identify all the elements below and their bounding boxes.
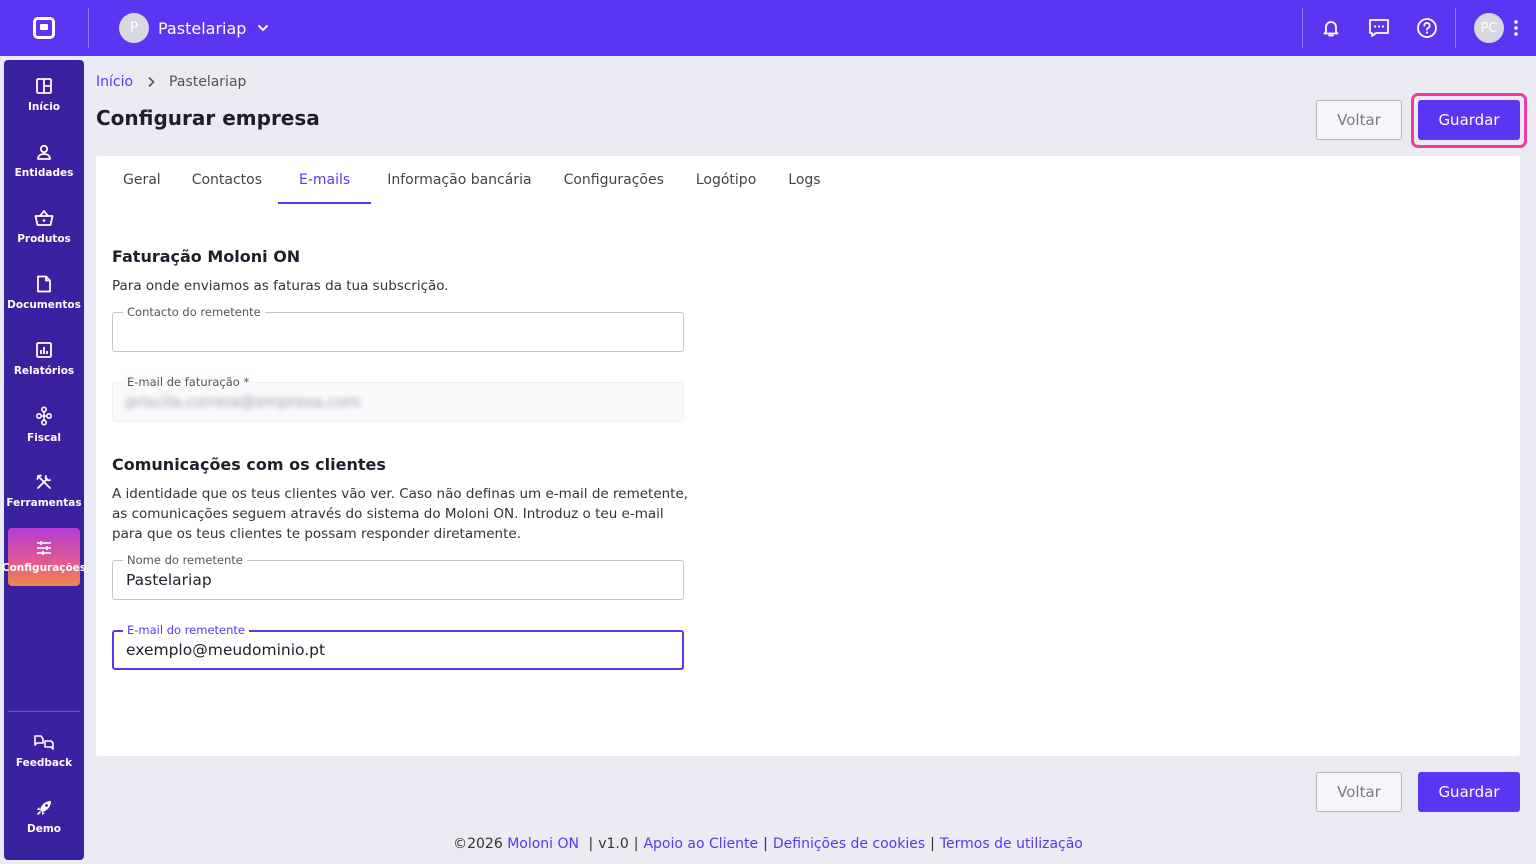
communications-section-title: Comunicações com os clientes — [112, 455, 386, 474]
sidebar-item-label: Entidades — [14, 167, 74, 179]
footer-brand-link[interactable]: Moloni ON — [507, 836, 579, 852]
sidebar-item-configuracoes[interactable]: Configurações — [2, 528, 86, 586]
footer: ©2026 Moloni ON | v1.0 | Apoio ao Cliente | D… — [453, 836, 1083, 852]
divider — [88, 8, 89, 48]
sender-email-field[interactable]: E-mail do remetente exemplo@meudominio.p… — [112, 623, 684, 670]
sidebar-item-label: Ferramentas — [6, 497, 82, 509]
sidebar-item-label: Documentos — [7, 299, 81, 311]
tab-logs[interactable]: Logs — [772, 156, 836, 204]
grid-icon — [36, 78, 52, 94]
sidebar-item-inicio[interactable]: Início — [8, 66, 80, 124]
chart-icon — [36, 342, 52, 358]
sidebar: Início Entidades Produtos Documentos Rel… — [2, 60, 86, 860]
tab-contactos[interactable]: Contactos — [176, 156, 278, 204]
billing-section-description: Para onde enviamos as faturas da tua sub… — [112, 278, 449, 294]
rocket-icon — [37, 801, 51, 815]
sliders-icon — [37, 541, 51, 555]
sidebar-item-documentos[interactable]: Documentos — [7, 264, 81, 322]
tab-emails[interactable]: E-mails — [278, 156, 372, 204]
company-switcher[interactable]: P Pastelariap — [119, 13, 270, 43]
chevron-down-icon — [258, 25, 269, 32]
communications-section-description: A identidade que os teus clientes vão ve… — [112, 486, 689, 542]
sender-contact-field[interactable]: Contacto do remetente — [112, 305, 684, 352]
sidebar-item-label: Fiscal — [27, 432, 61, 444]
save-button-top[interactable]: Guardar — [1418, 100, 1520, 140]
save-button-bottom[interactable]: Guardar — [1418, 772, 1520, 812]
fiscal-icon — [35, 406, 53, 426]
basket-icon — [34, 210, 54, 226]
sidebar-item-label: Feedback — [15, 757, 73, 769]
tab-configuracoes[interactable]: Configurações — [548, 156, 680, 204]
field-label: E-mail de faturação * — [123, 375, 254, 389]
sidebar-item-label: Configurações — [1, 562, 87, 574]
footer-copyright: ©2026 — [453, 836, 503, 852]
field-label: E-mail do remetente — [123, 623, 249, 637]
back-button-top[interactable]: Voltar — [1316, 100, 1402, 140]
messages-icon[interactable] — [1355, 0, 1403, 56]
footer-support-link[interactable]: Apoio ao Cliente — [643, 836, 758, 852]
sidebar-item-feedback[interactable]: Feedback — [8, 722, 80, 780]
settings-card: Geral Contactos E-mails Informação bancá… — [96, 156, 1520, 756]
help-icon[interactable] — [1403, 0, 1451, 56]
sidebar-item-entidades[interactable]: Entidades — [8, 132, 80, 190]
sidebar-divider — [8, 711, 80, 712]
tab-geral[interactable]: Geral — [108, 156, 176, 204]
company-name: Pastelariap — [158, 18, 247, 38]
sidebar-item-label: Produtos — [17, 233, 71, 245]
breadcrumb-current: Pastelariap — [169, 74, 247, 90]
notifications-bell-icon[interactable] — [1307, 0, 1355, 56]
back-button-bottom[interactable]: Voltar — [1316, 772, 1402, 812]
tabs: Geral Contactos E-mails Informação bancá… — [108, 156, 837, 204]
field-label: Contacto do remetente — [123, 305, 265, 319]
breadcrumb: Início Pastelariap — [96, 74, 246, 90]
company-avatar: P — [119, 13, 149, 43]
field-value: priscila.correia@empresa.com — [126, 393, 361, 411]
sidebar-item-label: Início — [27, 101, 61, 113]
sidebar-item-relatorios[interactable]: Relatórios — [8, 330, 80, 388]
billing-email-field: E-mail de faturação * priscila.correia@e… — [112, 375, 684, 422]
tab-informacao-bancaria[interactable]: Informação bancária — [371, 156, 547, 204]
chevron-right-icon — [148, 76, 155, 88]
document-icon — [37, 275, 51, 293]
sidebar-item-label: Relatórios — [13, 365, 75, 377]
field-label: Nome do remetente — [123, 553, 247, 567]
sidebar-item-ferramentas[interactable]: Ferramentas — [6, 462, 82, 520]
more-options-icon[interactable] — [1504, 0, 1528, 56]
footer-terms-link[interactable]: Termos de utilização — [940, 836, 1083, 852]
divider — [1455, 8, 1456, 48]
moloni-logo-icon[interactable] — [0, 0, 88, 56]
billing-section-title: Faturação Moloni ON — [112, 247, 301, 266]
sender-name-field[interactable]: Nome do remetente Pastelariap — [112, 553, 684, 600]
tools-icon — [36, 474, 51, 489]
breadcrumb-home-link[interactable]: Início — [96, 74, 133, 90]
footer-version: v1.0 — [598, 836, 629, 852]
field-value: exemplo@meudominio.pt — [126, 641, 326, 659]
field-value: Pastelariap — [126, 571, 212, 589]
person-icon — [37, 144, 51, 160]
top-bar: P Pastelariap PC — [0, 0, 1536, 56]
feedback-icon — [34, 735, 54, 750]
sidebar-item-label: Demo — [27, 823, 61, 835]
user-avatar[interactable]: PC — [1474, 13, 1504, 43]
sidebar-item-produtos[interactable]: Produtos — [8, 198, 80, 256]
page-title: Configurar empresa — [96, 106, 320, 130]
divider — [1302, 8, 1303, 48]
footer-cookies-link[interactable]: Definições de cookies — [773, 836, 925, 852]
sidebar-item-fiscal[interactable]: Fiscal — [8, 396, 80, 454]
tab-logotipo[interactable]: Logótipo — [680, 156, 772, 204]
